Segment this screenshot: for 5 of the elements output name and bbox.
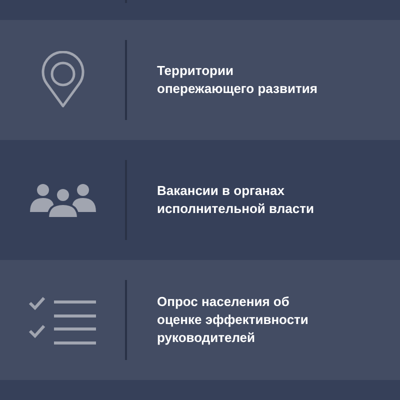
menu-item-label: Территории опережающего развития	[157, 62, 318, 98]
menu-item-label: Вакансии в органах исполнительной власти	[157, 182, 315, 218]
menu-item-label: Опрос населения об оценке эффективности руководителей	[157, 293, 310, 347]
menu-item[interactable]: Опрос населения об оценке эффективности руководителей	[0, 260, 400, 380]
menu-item[interactable]: Территории опережающего развития	[0, 20, 400, 140]
